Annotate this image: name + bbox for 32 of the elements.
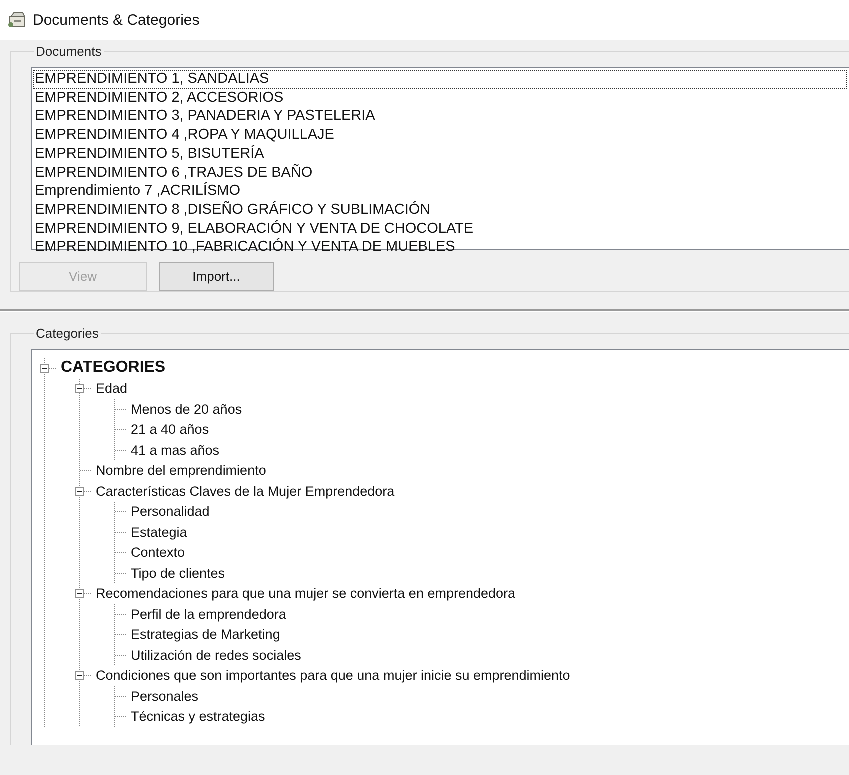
group-label: Categories: [35, 327, 100, 341]
tree-node[interactable]: Personalidad: [131, 504, 210, 520]
group-label: Documents: [35, 45, 103, 59]
list-item[interactable]: EMPRENDIMIENTO 1, SANDALIAS: [33, 70, 847, 89]
tree-node[interactable]: Condiciones que son importantes para que una mujer inicie su emprendimiento: [96, 668, 570, 684]
tree-node[interactable]: CATEGORIES: [61, 359, 166, 378]
tree-node[interactable]: Estrategias de Marketing: [131, 627, 280, 642]
list-item[interactable]: EMPRENDIMIENTO 2, ACCESORIOS: [33, 88, 285, 108]
list-item[interactable]: Emprendimiento 7 ,ACRILÍSMO: [33, 182, 242, 201]
window-title: Documents & Categories: [33, 12, 200, 28]
tree-node[interactable]: 21 a 40 años: [131, 422, 210, 438]
tree-node[interactable]: Estategia: [131, 524, 188, 540]
tree-node[interactable]: 41 a mas años: [131, 442, 220, 458]
list-item[interactable]: EMPRENDIMIENTO 6 ,TRAJES DE BAÑO: [33, 164, 314, 182]
tree-node[interactable]: Perfil de la emprendedora: [131, 606, 286, 622]
tree-node[interactable]: Recomendaciones para que una mujer se convierta en emprendedora: [96, 586, 516, 602]
tree-node[interactable]: Técnicas y estrategias: [131, 709, 266, 724]
list-item[interactable]: EMPRENDIMIENTO 4 ,ROPA Y MAQUILLAJE: [33, 126, 336, 145]
tree-node[interactable]: Menos de 20 años: [131, 402, 242, 417]
tree-node[interactable]: Nombre del emprendimiento: [96, 463, 266, 478]
list-item[interactable]: EMPRENDIMIENTO 5, BISUTERÍA: [33, 144, 266, 164]
list-item[interactable]: EMPRENDIMIENTO 10 ,FABRICACIÓN Y VENTA DE MUEBLES: [33, 238, 456, 258]
tree-node[interactable]: Tipo de clientes: [131, 566, 226, 581]
list-item[interactable]: EMPRENDIMIENTO 9, ELABORACIÓN Y VENTA DE CHOCOLATE: [33, 220, 475, 238]
tree-node[interactable]: Utilización de redes sociales: [131, 648, 302, 663]
tree-node[interactable]: Contexto: [131, 545, 186, 560]
tree-node[interactable]: Características Claves de la Mujer Emprendedora: [96, 484, 395, 499]
tree-node[interactable]: Edad: [96, 381, 128, 396]
list-item[interactable]: EMPRENDIMIENTO 8 ,DISEÑO GRÁFICO Y SUBLIMACIÓN: [33, 200, 432, 220]
tree-node[interactable]: Personales: [131, 688, 199, 704]
import-button[interactable]: Import...: [159, 262, 274, 291]
list-item[interactable]: EMPRENDIMIENTO 3, PANADERIA Y PASTELERIA: [33, 107, 376, 126]
